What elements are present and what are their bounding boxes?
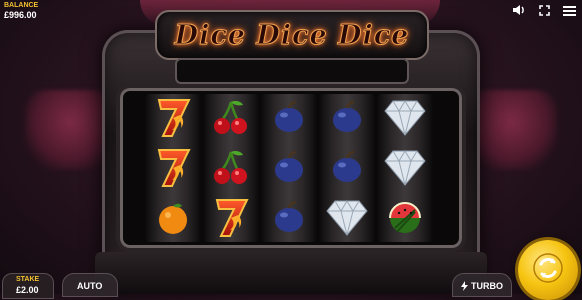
symbol-seven-icon (203, 194, 259, 242)
game-title: Dice Dice Dice (174, 19, 410, 51)
marquee-display (175, 58, 409, 84)
symbol-plum-icon (261, 144, 317, 192)
reel-5 (377, 94, 433, 242)
stake-label: STAKE (16, 276, 40, 283)
autoplay-button[interactable]: AUTO (62, 273, 118, 297)
reel-4 (319, 94, 375, 242)
turbo-label: TURBO (471, 281, 503, 291)
spin-arrows-icon (532, 252, 564, 289)
reel-3 (261, 94, 317, 242)
turbo-button[interactable]: TURBO (452, 273, 512, 297)
symbol-orange-icon (145, 194, 201, 242)
symbol-diamond-icon (377, 144, 433, 192)
menu-icon[interactable] (563, 3, 576, 21)
sound-icon[interactable] (512, 3, 526, 21)
reel-1 (145, 94, 201, 242)
symbol-plum-icon (261, 194, 317, 242)
autoplay-label: AUTO (77, 281, 103, 291)
symbol-cherry-icon (203, 94, 259, 142)
symbol-diamond-icon (377, 94, 433, 142)
game-logo: Dice Dice Dice (155, 10, 429, 60)
reel-2 (203, 94, 259, 242)
lightning-icon (461, 281, 468, 293)
top-controls (512, 3, 576, 21)
symbol-watermelon-icon (377, 194, 433, 242)
symbol-cherry-icon (203, 144, 259, 192)
balance-value: £996.00 (4, 10, 37, 20)
fullscreen-icon[interactable] (539, 3, 550, 21)
symbol-seven-icon (145, 94, 201, 142)
cabinet-base (95, 252, 487, 294)
background-slot-machine-right (467, 90, 557, 170)
symbol-plum-icon (319, 94, 375, 142)
symbol-plum-icon (261, 94, 317, 142)
symbol-plum-icon (319, 144, 375, 192)
symbol-diamond-icon (319, 194, 375, 242)
balance-label: BALANCE (4, 2, 39, 9)
symbol-seven-icon (145, 144, 201, 192)
spin-button[interactable] (518, 240, 578, 300)
